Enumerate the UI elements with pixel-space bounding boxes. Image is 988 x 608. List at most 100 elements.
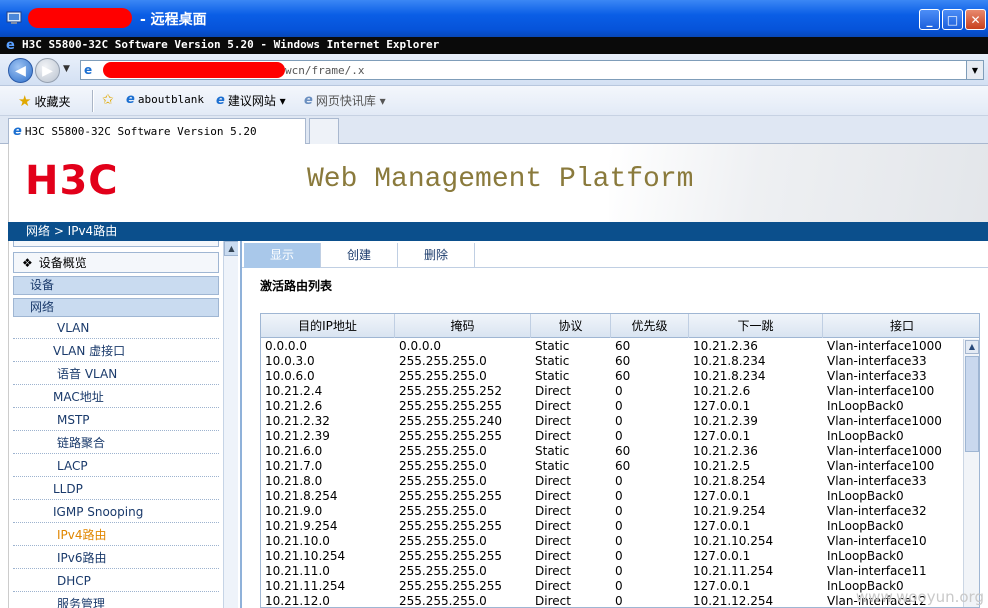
column-header[interactable]: 协议 xyxy=(531,314,611,338)
minimize-button[interactable]: _ xyxy=(919,9,940,30)
address-dropdown-icon[interactable]: ▼ xyxy=(966,61,983,79)
interface-cell: Vlan-interface33 xyxy=(827,474,927,488)
add-favorite-button[interactable]: ✩ xyxy=(102,92,114,108)
protocol-cell: Direct xyxy=(535,579,571,593)
sidebar-subitem[interactable]: 语音 VLAN xyxy=(13,363,219,385)
forward-button[interactable]: ▶ xyxy=(35,58,60,83)
sidebar-subitem[interactable]: 服务管理 xyxy=(13,593,219,608)
protocol-cell: Static xyxy=(535,459,570,473)
next-hop-cell: 127.0.0.1 xyxy=(693,519,751,533)
sidebar-scrollbar[interactable]: ▲ xyxy=(223,241,238,608)
sidebar-subitem[interactable]: 链路聚合 xyxy=(13,432,219,454)
favorite-link-aboutblank[interactable]: e aboutblank xyxy=(126,92,204,107)
history-dropdown-icon[interactable]: ▼ xyxy=(63,64,70,74)
column-header[interactable]: 接口 xyxy=(823,314,979,338)
favorite-link-suggested-sites[interactable]: e 建议网站 ▾ xyxy=(216,92,286,109)
protocol-cell: Direct xyxy=(535,549,571,563)
tab-delete[interactable]: 删除 xyxy=(398,243,475,268)
table-row[interactable]: 10.0.6.0 255.255.255.0 Static 60 10.21.8.234… xyxy=(261,369,963,384)
maximize-button[interactable]: □ xyxy=(942,9,963,30)
table-row[interactable]: 10.21.10.0 255.255.255.0 Direct 0 10.21.10.2… xyxy=(261,534,963,549)
table-row[interactable]: 10.21.7.0 255.255.255.0 Static 60 10.21.2.5 V… xyxy=(261,459,963,474)
ie-titlebar: e H3C S5800-32C Software Version 5.20 - … xyxy=(0,37,988,54)
sidebar-subitem[interactable]: VLAN 虚接口 xyxy=(13,340,219,362)
table-row[interactable]: 0.0.0.0 0.0.0.0 Static 60 10.21.2.36 Vlan-int… xyxy=(261,339,963,354)
table-header: 目的IP地址 掩码 协议 优先级 下一跳 接口 xyxy=(261,314,979,338)
protocol-cell: Direct xyxy=(535,429,571,443)
sidebar-subitem[interactable]: VLAN xyxy=(13,317,219,339)
sidebar-item-network[interactable]: 网络 xyxy=(13,298,219,317)
next-hop-cell: 10.21.2.5 xyxy=(693,459,751,473)
remote-desktop-titlebar[interactable]: - 远程桌面 _ □ ✕ xyxy=(0,0,988,37)
table-row[interactable]: 10.21.11.0 255.255.255.0 Direct 0 10.21.11.2… xyxy=(261,564,963,579)
table-row[interactable]: 10.21.8.0 255.255.255.0 Direct 0 10.21.8.254… xyxy=(261,474,963,489)
protocol-cell: Direct xyxy=(535,414,571,428)
sidebar-subitem[interactable]: IPv6路由 xyxy=(13,547,219,569)
scroll-up-icon[interactable]: ▲ xyxy=(224,241,238,256)
column-header[interactable]: 目的IP地址 xyxy=(261,314,395,338)
interface-cell: Vlan-interface100 xyxy=(827,459,935,473)
next-hop-cell: 127.0.0.1 xyxy=(693,399,751,413)
column-header[interactable]: 下一跳 xyxy=(689,314,823,338)
table-row[interactable]: 10.21.2.32 255.255.255.240 Direct 0 10.21.2.… xyxy=(261,414,963,429)
interface-cell: Vlan-interface11 xyxy=(827,564,927,578)
next-hop-cell: 10.21.2.36 xyxy=(693,339,758,353)
table-row[interactable]: 10.21.8.254 255.255.255.255 Direct 0 127.0.0… xyxy=(261,489,963,504)
mask-cell: 255.255.255.255 xyxy=(399,399,503,413)
protocol-cell: Direct xyxy=(535,564,571,578)
address-input[interactable]: e wcn/frame/.x ▼ xyxy=(80,60,984,80)
tab-display[interactable]: 显示 xyxy=(244,243,321,268)
preference-cell: 0 xyxy=(615,534,623,548)
sidebar-subitem[interactable]: IPv4路由 xyxy=(13,524,219,546)
diamond-icon: ❖ xyxy=(22,255,33,270)
new-tab-button[interactable] xyxy=(309,118,339,144)
interface-cell: Vlan-interface10 xyxy=(827,534,927,548)
sidebar-subitem[interactable]: LACP xyxy=(13,455,219,477)
next-hop-cell: 10.21.2.36 xyxy=(693,444,758,458)
sidebar-item-overview[interactable]: ❖ 设备概览 xyxy=(13,252,219,273)
sidebar-subitem[interactable]: MSTP xyxy=(13,409,219,431)
scroll-up-icon[interactable]: ▲ xyxy=(965,340,979,354)
favorite-label: 建议网站 ▾ xyxy=(227,94,286,108)
close-button[interactable]: ✕ xyxy=(965,9,986,30)
mask-cell: 255.255.255.255 xyxy=(399,579,503,593)
dest-ip-cell: 10.21.2.32 xyxy=(265,414,330,428)
table-row[interactable]: 10.21.2.4 255.255.255.252 Direct 0 10.21.2.6… xyxy=(261,384,963,399)
table-scrollbar[interactable]: ▲ xyxy=(963,339,979,607)
mask-cell: 255.255.255.255 xyxy=(399,429,503,443)
table-row[interactable]: 10.21.10.254 255.255.255.255 Direct 0 127.0.… xyxy=(261,549,963,564)
table-row[interactable]: 10.21.9.254 255.255.255.255 Direct 0 127.0.0… xyxy=(261,519,963,534)
sidebar-item-cut[interactable] xyxy=(13,241,219,247)
table-row[interactable]: 10.21.9.0 255.255.255.0 Direct 0 10.21.9.254… xyxy=(261,504,963,519)
preference-cell: 0 xyxy=(615,519,623,533)
sidebar-subitem[interactable]: MAC地址 xyxy=(13,386,219,408)
column-header[interactable]: 掩码 xyxy=(395,314,531,338)
sidebar-subitem[interactable]: DHCP xyxy=(13,570,219,592)
dest-ip-cell: 10.21.8.0 xyxy=(265,474,323,488)
protocol-cell: Direct xyxy=(535,474,571,488)
tab-create[interactable]: 创建 xyxy=(321,243,398,268)
sidebar-item-device[interactable]: 设备 xyxy=(13,276,219,295)
preference-cell: 0 xyxy=(615,504,623,518)
next-hop-cell: 127.0.0.1 xyxy=(693,489,751,503)
table-row[interactable]: 10.21.2.39 255.255.255.255 Direct 0 127.0.0.… xyxy=(261,429,963,444)
scroll-thumb[interactable] xyxy=(965,356,979,452)
sidebar-subitem[interactable]: IGMP Snooping xyxy=(13,501,219,523)
browser-tab[interactable]: e H3C S5800-32C Software Version 5.20 xyxy=(8,118,306,144)
app-header: H3C Web Management Platform xyxy=(8,144,988,222)
mask-cell: 0.0.0.0 xyxy=(399,339,441,353)
preference-cell: 0 xyxy=(615,384,623,398)
back-button[interactable]: ◀ xyxy=(8,58,33,83)
redaction-mark xyxy=(103,62,285,78)
table-row[interactable]: 10.21.2.6 255.255.255.255 Direct 0 127.0.0.1… xyxy=(261,399,963,414)
favorite-link-web-slices[interactable]: e 网页快讯库 ▾ xyxy=(304,92,386,109)
preference-cell: 60 xyxy=(615,369,631,383)
sidebar-subitem[interactable]: LLDP xyxy=(13,478,219,500)
add-favorite-icon: ✩ xyxy=(102,92,114,108)
next-hop-cell: 10.21.2.39 xyxy=(693,414,758,428)
table-row[interactable]: 10.21.6.0 255.255.255.0 Static 60 10.21.2.36… xyxy=(261,444,963,459)
operation-tabs: 显示 创建 删除 xyxy=(242,243,988,268)
favorites-button[interactable]: ★ 收藏夹 xyxy=(18,92,70,110)
column-header[interactable]: 优先级 xyxy=(611,314,689,338)
table-row[interactable]: 10.0.3.0 255.255.255.0 Static 60 10.21.8.234… xyxy=(261,354,963,369)
